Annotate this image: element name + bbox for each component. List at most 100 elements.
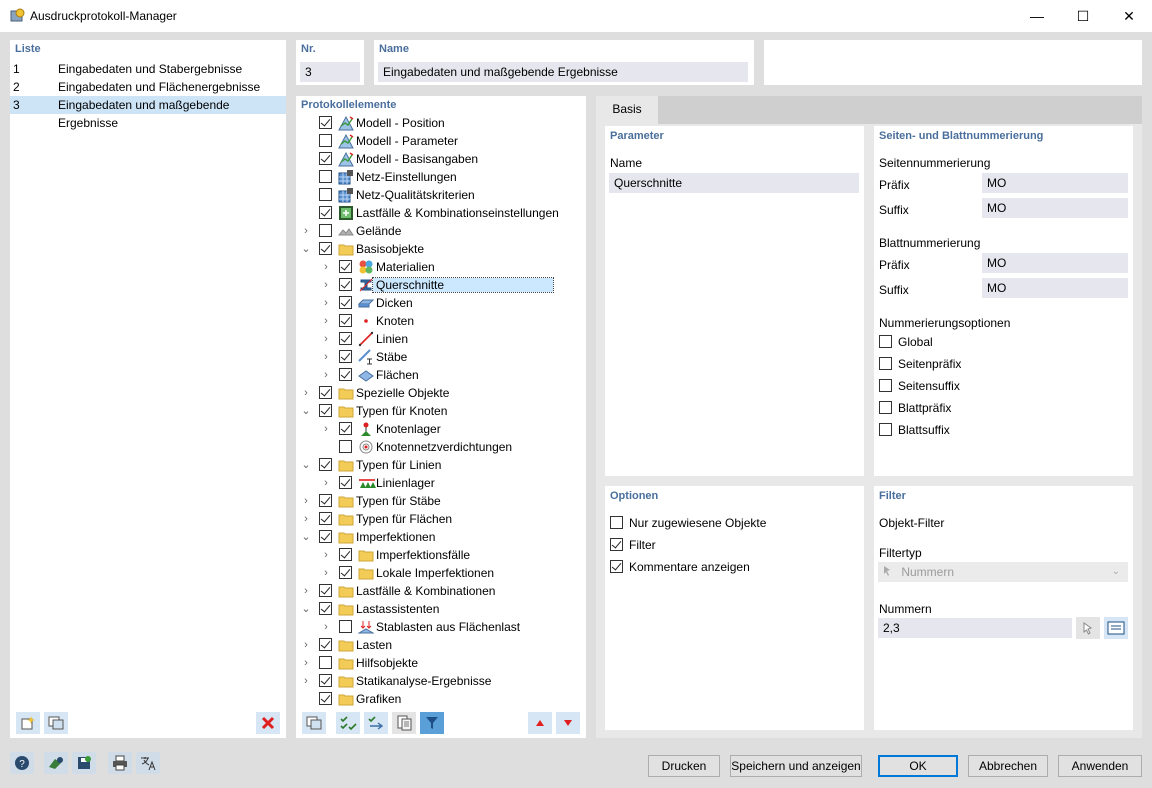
- numbering-option-checkbox[interactable]: [879, 379, 892, 392]
- tree-item[interactable]: Knotennetzverdichtungen: [296, 438, 566, 456]
- chevron-right-icon[interactable]: ›: [320, 368, 332, 382]
- tree-item[interactable]: Modell - Parameter: [296, 132, 566, 150]
- tree-item[interactable]: › Linienlager: [296, 474, 566, 492]
- tree-item[interactable]: › Spezielle Objekte: [296, 384, 566, 402]
- tree-item-checkbox[interactable]: [319, 584, 332, 597]
- element-name-field[interactable]: Querschnitte: [609, 173, 859, 193]
- tree-item-checkbox[interactable]: [339, 314, 352, 327]
- tree-item-checkbox[interactable]: [339, 548, 352, 561]
- sheet-suffix-field[interactable]: MO: [982, 278, 1128, 298]
- tree-item[interactable]: Netz-Einstellungen: [296, 168, 566, 186]
- page-prefix-field[interactable]: MO: [982, 173, 1128, 193]
- chevron-right-icon[interactable]: ›: [300, 386, 312, 400]
- tree-item-checkbox[interactable]: [319, 530, 332, 543]
- tree-item-checkbox[interactable]: [339, 440, 352, 453]
- chevron-right-icon[interactable]: ›: [300, 494, 312, 508]
- chevron-right-icon[interactable]: ›: [320, 476, 332, 490]
- tree-item[interactable]: › Lokale Imperfektionen: [296, 564, 566, 582]
- chevron-right-icon[interactable]: ›: [300, 656, 312, 670]
- tree-item[interactable]: ⌄ Typen für Knoten: [296, 402, 566, 420]
- tree-item-checkbox[interactable]: [339, 422, 352, 435]
- tree-item-checkbox[interactable]: [339, 566, 352, 579]
- close-button[interactable]: ✕: [1106, 0, 1152, 32]
- translate-button[interactable]: [136, 752, 160, 774]
- new-report-button[interactable]: [16, 712, 40, 734]
- tree-item[interactable]: › Knotenlager: [296, 420, 566, 438]
- tree-item-checkbox[interactable]: [339, 332, 352, 345]
- tree-item[interactable]: › Lastfälle & Kombinationen: [296, 582, 566, 600]
- tree-item-checkbox[interactable]: [319, 224, 332, 237]
- help-button[interactable]: ?: [10, 752, 34, 774]
- units-button[interactable]: [44, 752, 68, 774]
- tree-item-checkbox[interactable]: [319, 494, 332, 507]
- tree-item-checkbox[interactable]: [319, 458, 332, 471]
- check-all-button[interactable]: [336, 712, 360, 734]
- tree-item-checkbox[interactable]: [319, 188, 332, 201]
- nr-field[interactable]: 3: [300, 62, 360, 82]
- tree-item-checkbox[interactable]: [319, 386, 332, 399]
- list-item[interactable]: 1 Eingabedaten und Stabergebnisse: [10, 60, 286, 78]
- tree-item[interactable]: Modell - Basisangaben: [296, 150, 566, 168]
- tree-item[interactable]: › Typen für Flächen: [296, 510, 566, 528]
- tree-item-checkbox[interactable]: [319, 512, 332, 525]
- ok-button[interactable]: OK: [878, 755, 958, 777]
- tree-item-checkbox[interactable]: [319, 656, 332, 669]
- tree-item[interactable]: ⌄ Basisobjekte: [296, 240, 566, 258]
- tree-item-checkbox[interactable]: [319, 170, 332, 183]
- chevron-right-icon[interactable]: ›: [320, 566, 332, 580]
- tree-item[interactable]: › Knoten: [296, 312, 566, 330]
- tree-item[interactable]: ⌄ Imperfektionen: [296, 528, 566, 546]
- sheet-prefix-field[interactable]: MO: [982, 253, 1128, 273]
- tree-item[interactable]: ⌄ Typen für Linien: [296, 456, 566, 474]
- numbering-option-checkbox[interactable]: [879, 423, 892, 436]
- list-item[interactable]: 3 Eingabedaten und maßgebende Ergebnisse: [10, 96, 286, 130]
- tree-item-checkbox[interactable]: [339, 620, 352, 633]
- chevron-right-icon[interactable]: ›: [320, 278, 332, 292]
- tree-item-checkbox[interactable]: [319, 602, 332, 615]
- tree-item-checkbox[interactable]: [319, 152, 332, 165]
- tree-item-checkbox[interactable]: [319, 242, 332, 255]
- tree-item[interactable]: › Lasten: [296, 636, 566, 654]
- tree-item-checkbox[interactable]: [319, 638, 332, 651]
- tree-item[interactable]: › Flächen: [296, 366, 566, 384]
- tree-item-checkbox[interactable]: [319, 404, 332, 417]
- filter-button[interactable]: [420, 712, 444, 734]
- apply-button[interactable]: Anwenden: [1058, 755, 1142, 777]
- print-settings-button[interactable]: [108, 752, 132, 774]
- option-checkbox[interactable]: [610, 538, 623, 551]
- save-settings-button[interactable]: [72, 752, 96, 774]
- save-and-show-button[interactable]: Speichern und anzeigen: [730, 755, 862, 777]
- tree-item[interactable]: › Linien: [296, 330, 566, 348]
- tree-item-checkbox[interactable]: [339, 278, 352, 291]
- move-down-button[interactable]: [556, 712, 580, 734]
- tree-item[interactable]: › Typen für Stäbe: [296, 492, 566, 510]
- chevron-right-icon[interactable]: ›: [300, 638, 312, 652]
- chevron-right-icon[interactable]: ›: [300, 512, 312, 526]
- tree-item-checkbox[interactable]: [319, 692, 332, 705]
- properties-button[interactable]: [392, 712, 416, 734]
- copy-report-button[interactable]: [44, 712, 68, 734]
- chevron-right-icon[interactable]: ›: [320, 296, 332, 310]
- chevron-right-icon[interactable]: ›: [300, 584, 312, 598]
- maximize-button[interactable]: ☐: [1060, 0, 1106, 32]
- tab-basis[interactable]: Basis: [596, 96, 658, 124]
- tree-item[interactable]: Netz-Qualitätskriterien: [296, 186, 566, 204]
- cancel-button[interactable]: Abbrechen: [968, 755, 1048, 777]
- chevron-down-icon[interactable]: ⌄: [300, 602, 312, 616]
- page-suffix-field[interactable]: MO: [982, 198, 1128, 218]
- chevron-right-icon[interactable]: ›: [300, 674, 312, 688]
- chevron-right-icon[interactable]: ›: [320, 260, 332, 274]
- move-up-button[interactable]: [528, 712, 552, 734]
- tree-item[interactable]: › Dicken: [296, 294, 566, 312]
- tree-item-checkbox[interactable]: [339, 368, 352, 381]
- tree-item[interactable]: Lastfälle & Kombinationseinstellungen: [296, 204, 566, 222]
- tree-item[interactable]: › Hilfsobjekte: [296, 654, 566, 672]
- option-checkbox[interactable]: [610, 560, 623, 573]
- option-checkbox[interactable]: [610, 516, 623, 529]
- tree-item[interactable]: › Statikanalyse-Ergebnisse: [296, 672, 566, 690]
- numbering-option-checkbox[interactable]: [879, 357, 892, 370]
- numbering-option-checkbox[interactable]: [879, 335, 892, 348]
- tree-item[interactable]: › Gelände: [296, 222, 566, 240]
- tree-item[interactable]: › Stäbe: [296, 348, 566, 366]
- tree-item[interactable]: › Materialien: [296, 258, 566, 276]
